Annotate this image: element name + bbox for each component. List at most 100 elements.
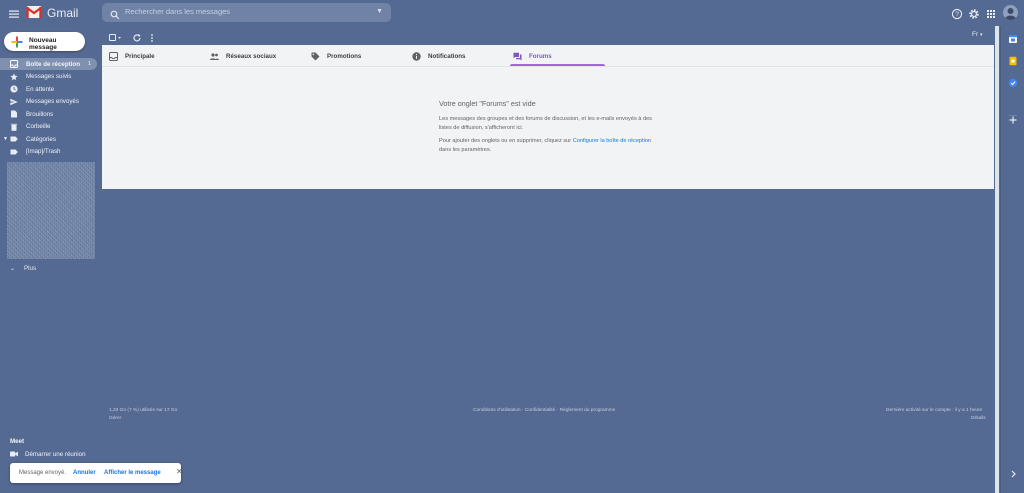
info-icon: [412, 52, 421, 61]
tab-notifications[interactable]: Notifications: [412, 45, 512, 67]
inbox-panel: Principale Réseaux sociaux Promotions No…: [102, 45, 994, 189]
separator: ·: [556, 408, 559, 413]
trash-icon: [10, 123, 18, 131]
help-icon[interactable]: ?: [951, 7, 963, 20]
label-icon: [10, 148, 18, 156]
top-bar: Gmail Rechercher dans les messages ▼ ?: [0, 0, 1024, 26]
sidebar-item-label: [Imap]/Trash: [26, 148, 61, 155]
empty-state-description: Les messages des groupes et des forums d…: [439, 116, 652, 131]
hint-text: dans les paramètres.: [439, 146, 492, 153]
tab-promotions[interactable]: Promotions: [311, 45, 411, 67]
empty-state-hint: Pour ajouter des onglets ou en supprimer…: [439, 137, 654, 154]
chevron-down-icon: ⌄: [10, 266, 16, 272]
undo-button[interactable]: Annuler: [73, 470, 96, 476]
tab-label: Forums: [529, 53, 552, 60]
empty-state-title: Votre onglet "Forums" est vide: [439, 99, 536, 108]
meet-heading: Meet: [10, 438, 25, 445]
close-icon[interactable]: ✕: [176, 468, 183, 476]
clock-icon: [10, 85, 18, 93]
terms-link[interactable]: Conditions d'utilisation: [473, 408, 521, 413]
sidebar-item-imap-trash[interactable]: [Imap]/Trash: [0, 146, 97, 158]
last-activity: Dernière activité sur le compte : il y a…: [886, 408, 983, 413]
sidebar-item-label: Boîte de réception: [26, 60, 80, 68]
refresh-icon[interactable]: [132, 30, 142, 42]
sidebar-item-trash[interactable]: Corbeille: [0, 121, 97, 133]
sidebar-item-starred[interactable]: Messages suivis: [0, 71, 97, 83]
tab-label: Réseaux sociaux: [226, 53, 277, 60]
search-icon[interactable]: [110, 7, 120, 25]
view-message-button[interactable]: Afficher le message: [104, 470, 161, 476]
tab-label: Notifications: [428, 53, 466, 60]
tag-icon: [311, 52, 320, 61]
tab-label: Promotions: [327, 53, 362, 60]
send-icon: [10, 98, 18, 106]
tasks-icon[interactable]: [1008, 75, 1018, 88]
unread-count: 1: [88, 60, 92, 67]
sidebar-item-label: Corbeille: [26, 123, 51, 130]
settings-gear-icon[interactable]: [968, 7, 980, 19]
people-icon: [210, 52, 219, 61]
forum-icon: [513, 52, 522, 61]
expand-side-panel-icon[interactable]: [1008, 466, 1018, 478]
more-label: Plus: [24, 265, 37, 272]
star-icon: [10, 72, 18, 81]
tab-primary[interactable]: Principale: [109, 45, 209, 67]
sidebar-item-label: Messages suivis: [26, 73, 72, 80]
manage-storage-link[interactable]: Gérer: [109, 416, 121, 421]
compose-plus-icon: [11, 35, 23, 48]
privacy-link[interactable]: Confidentialité: [525, 408, 555, 413]
redacted-labels-area: [7, 162, 95, 259]
tab-label: Principale: [125, 53, 155, 60]
start-meeting-button[interactable]: Démarrer une réunion: [10, 451, 86, 458]
add-addon-icon[interactable]: [1008, 112, 1018, 124]
expand-caret-icon[interactable]: ▼: [3, 136, 8, 142]
footer-links: Conditions d'utilisation · Confidentiali…: [473, 408, 615, 413]
search-bar[interactable]: Rechercher dans les messages ▼: [102, 3, 391, 22]
compose-button[interactable]: Nouveau message: [4, 32, 85, 51]
sidebar-item-categories[interactable]: ▼ Catégories: [0, 133, 97, 145]
gmail-logo-icon[interactable]: [25, 5, 43, 19]
sidebar-item-snoozed[interactable]: En attente: [0, 83, 97, 95]
calendar-icon[interactable]: [1008, 31, 1018, 43]
sidebar-item-drafts[interactable]: Brouillons: [0, 108, 97, 120]
more-options-icon[interactable]: [150, 30, 160, 42]
sidebar-item-sent[interactable]: Messages envoyés: [0, 96, 97, 108]
inbox-icon: [10, 60, 18, 68]
input-language-button[interactable]: Fr ▾: [972, 31, 982, 38]
main-menu-icon[interactable]: [8, 7, 20, 19]
tab-social[interactable]: Réseaux sociaux: [210, 45, 310, 67]
video-camera-icon: [10, 451, 18, 458]
sidebar-item-label: Catégories: [26, 135, 56, 143]
keep-icon[interactable]: [1008, 53, 1018, 66]
storage-usage: 1,33 Go (7 %) utilisés sur 17 Go: [109, 408, 178, 413]
label-icon: [10, 135, 18, 143]
language-label: Fr: [972, 31, 979, 38]
inbox-icon: [109, 52, 118, 61]
apps-grid-icon[interactable]: [985, 7, 997, 19]
scrollbar[interactable]: [995, 26, 999, 493]
compose-label: Nouveau message: [29, 37, 57, 51]
start-meeting-label: Démarrer une réunion: [25, 451, 86, 458]
snackbar-message: Message envoyé.: [19, 469, 67, 476]
sidebar-item-label: En attente: [26, 85, 55, 93]
more-button[interactable]: ⌄ Plus: [10, 265, 36, 272]
account-avatar[interactable]: [1003, 5, 1018, 20]
configure-inbox-link[interactable]: Configurer la boîte de réception: [573, 138, 651, 144]
chevron-down-icon: ▾: [979, 32, 983, 38]
app-name: Gmail: [47, 6, 79, 20]
search-input[interactable]: Rechercher dans les messages: [125, 7, 230, 16]
program-policy-link[interactable]: Règlement du programme: [560, 408, 616, 413]
select-checkbox[interactable]: [109, 30, 121, 41]
separator: ·: [521, 408, 524, 413]
hint-text: Pour ajouter des onglets ou en supprimer…: [439, 138, 573, 144]
sidebar-item-inbox[interactable]: Boîte de réception 1: [0, 58, 97, 70]
details-link[interactable]: Détails: [971, 416, 986, 421]
tab-divider: [102, 66, 994, 67]
svg-text:?: ?: [955, 11, 959, 18]
search-options-icon[interactable]: ▼: [376, 8, 383, 15]
sidebar-item-label: Messages envoyés: [26, 98, 79, 105]
sidebar-item-label: Brouillons: [26, 110, 54, 118]
snackbar: Message envoyé. Annuler Afficher le mess…: [10, 463, 183, 483]
draft-icon: [10, 110, 18, 118]
side-panel-divider: [1000, 26, 1001, 493]
